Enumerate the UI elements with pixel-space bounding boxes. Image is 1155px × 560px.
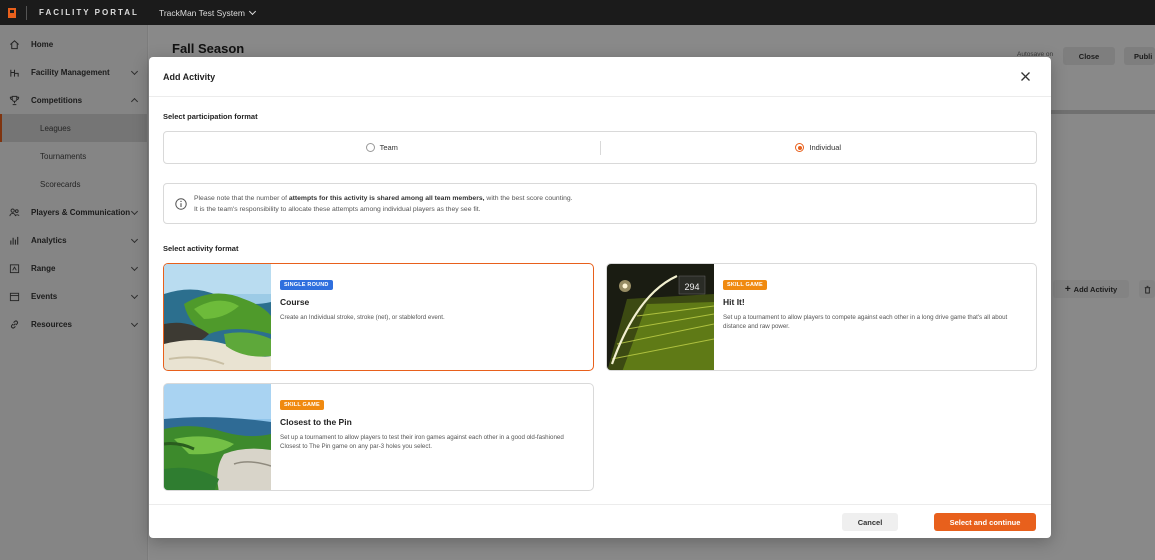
card-title: Course <box>280 297 310 307</box>
individual-option[interactable]: Individual <box>601 143 1037 152</box>
course-image <box>164 264 271 370</box>
top-bar: FACILITY PORTAL TrackMan Test System <box>0 0 1155 25</box>
activity-format-label: Select activity format <box>163 244 239 253</box>
card-description: Create an Individual stroke, stroke (net… <box>280 314 445 321</box>
modal-footer: Cancel Select and continue <box>149 504 1051 538</box>
individual-radio[interactable] <box>795 143 805 152</box>
activity-card-closest-to-pin[interactable]: SKILL GAME Closest to the Pin Set up a t… <box>163 383 594 491</box>
hit-it-image: 294 <box>607 264 714 370</box>
activity-card-hit-it[interactable]: 294 SKILL GAME Hit It! Set up a tourname… <box>606 263 1037 371</box>
team-option[interactable]: Team <box>164 143 600 152</box>
close-icon[interactable] <box>1020 71 1031 82</box>
add-activity-modal: Add Activity Select participation format… <box>149 57 1051 538</box>
trackman-logo-icon[interactable] <box>8 7 16 18</box>
card-body: SKILL GAME Closest to the Pin Set up a t… <box>271 384 593 490</box>
cancel-button[interactable]: Cancel <box>842 513 898 531</box>
info-icon <box>175 197 187 210</box>
card-body: SKILL GAME Hit It! Set up a tournament t… <box>714 264 1036 370</box>
card-title: Closest to the Pin <box>280 417 352 427</box>
notice-text: Please note that the number of attempts … <box>194 193 573 215</box>
hit-it-image-distance: 294 <box>684 282 699 292</box>
notice-line2: It is the team's responsibility to alloc… <box>194 205 481 213</box>
card-description: Set up a tournament to allow players to … <box>723 314 1008 330</box>
individual-option-label: Individual <box>809 143 842 152</box>
system-selector[interactable]: TrackMan Test System <box>158 7 256 18</box>
divider <box>26 5 27 20</box>
participation-format-label: Select participation format <box>163 112 258 121</box>
select-and-continue-button[interactable]: Select and continue <box>934 513 1036 531</box>
team-radio[interactable] <box>365 143 375 152</box>
card-description: Set up a tournament to allow players to … <box>280 434 564 450</box>
modal-title: Add Activity <box>163 71 216 82</box>
info-notice: Please note that the number of attempts … <box>163 183 1037 224</box>
card-title: Hit It! <box>723 297 745 307</box>
single-round-badge: SINGLE ROUND <box>280 280 333 290</box>
activity-card-course[interactable]: SINGLE ROUND Course Create an Individual… <box>163 263 594 371</box>
card-body: SINGLE ROUND Course Create an Individual… <box>271 264 454 370</box>
skill-game-badge: SKILL GAME <box>723 280 767 290</box>
notice-line1-bold: attempts for this activity is shared amo… <box>288 194 485 202</box>
notice-line1-pre: Please note that the number of <box>194 194 289 202</box>
modal-header: Add Activity <box>149 57 1051 97</box>
notice-line1-post: with the best score counting. <box>484 194 573 202</box>
skill-game-badge: SKILL GAME <box>280 400 324 410</box>
portal-title: FACILITY PORTAL <box>39 8 139 17</box>
participation-format-selector: Team Individual <box>163 131 1037 164</box>
closest-to-pin-image <box>164 384 271 490</box>
chevron-down-icon <box>248 7 256 15</box>
system-name: TrackMan Test System <box>158 7 245 18</box>
team-option-label: Team <box>379 143 398 152</box>
